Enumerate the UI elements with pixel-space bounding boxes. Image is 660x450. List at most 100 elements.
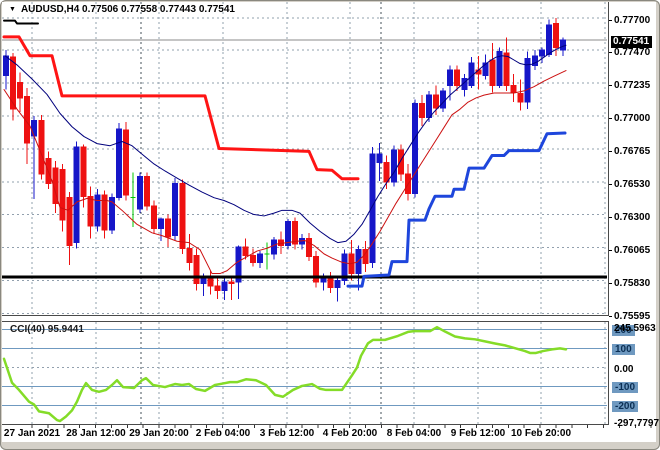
price-axis-tick [609,19,612,21]
cci-level-badge: 100 [612,344,635,356]
cci-zero-label: 0.00 [614,363,634,375]
candle-body [503,52,510,86]
candle-body [73,146,80,244]
price-axis-tick [609,52,612,54]
candle-body [383,162,390,183]
candle-body [59,169,66,221]
price-axis-label: 0.77235 [614,80,651,92]
price-axis-tick [609,118,612,120]
price-axis-tick [609,315,612,317]
chart-inner: ▼ AUDUSD,H4 0.77506 0.77558 0.77443 0.77… [2,2,660,442]
price-axis-label: 0.75830 [614,277,651,289]
chevron-down-icon[interactable]: ▼ [9,6,16,13]
candle-body [433,94,440,109]
cci-max-label: 245.5963 [614,323,656,334]
candle-body [242,246,249,256]
candle-body [510,84,517,93]
candle-body [17,81,24,99]
main-chart-pane[interactable] [2,2,609,316]
candle-body [397,149,404,175]
candle-body [165,218,172,238]
candle-body [517,93,524,103]
time-axis[interactable]: 27 Jan 2021 28 Jan 12:00 29 Jan 20:00 2 Feb… [2,425,656,442]
candle-body [249,254,256,263]
price-axis-tick [609,151,612,153]
candle-body [362,249,369,265]
chart-title: ▼ AUDUSD,H4 0.77506 0.77558 0.77443 0.77… [9,3,235,15]
candle-body [144,176,150,207]
candle-body [468,62,475,86]
candle-body [80,146,87,197]
price-axis-label: 0.76530 [614,179,651,191]
candle-body [214,285,221,291]
candle-body [158,218,165,230]
time-axis-label: 3 Feb 12:00 [259,428,315,439]
candle-body [426,94,432,119]
candle-body [411,103,418,194]
time-axis-label: 2 Feb 04:00 [195,428,251,439]
time-axis-label: 9 Feb 12:00 [450,428,506,439]
candle-body [87,195,94,227]
candle-body [186,247,193,263]
time-axis-label: 10 Feb 20:00 [510,428,572,439]
price-axis-label: 0.76300 [614,211,651,223]
candle-body [277,239,284,246]
price-axis-tick [609,184,612,186]
candle-body [207,277,214,287]
candle-body [115,128,122,199]
candle-body [355,249,362,275]
candle-body [3,55,9,76]
price-axis[interactable]: 0.77541 0.77700 0.77470 0.77235 0.77000 0.76… [609,2,656,425]
candle-body [151,205,158,230]
time-axis-label: 27 Jan 2021 [3,428,61,439]
current-price-badge: 0.77541 [611,36,653,49]
candle-body [292,221,299,245]
cci-line [2,325,568,423]
cci-min-label: -297.7797 [614,418,660,429]
price-axis-tick [609,282,612,284]
candle-body [418,103,425,119]
candle-body [404,173,411,194]
chart-window: ▼ AUDUSD,H4 0.77506 0.77558 0.77443 0.77… [0,0,660,450]
time-axis-label: 28 Jan 12:00 [66,428,126,439]
time-axis-label: 4 Feb 20:00 [322,428,378,439]
candle-body [221,281,228,291]
candle-body [376,153,383,164]
cci-chart [2,322,607,424]
candle-body [256,253,263,263]
candle-body [306,237,313,258]
candle-body [136,176,143,210]
candle-body [390,149,397,183]
price-axis-label: 0.77470 [614,47,651,59]
price-axis-tick [609,216,612,218]
price-axis-label: 0.75595 [614,310,651,322]
candle-body [66,197,73,246]
candle-body [179,183,186,249]
candle-body [270,239,277,255]
candle-body [38,119,45,175]
candle-body [447,69,454,86]
candlestick-chart [2,2,607,314]
candle-body [228,281,235,284]
stop-line-start [3,19,39,25]
candle-body [538,49,545,57]
cci-indicator-pane[interactable] [2,321,609,425]
upper-trail-stop-line [2,35,360,181]
price-axis-tick [609,85,612,87]
candle-body [440,90,447,109]
price-axis-label: 0.76065 [614,244,651,256]
candle-body [31,119,38,137]
price-axis-label: 0.76765 [614,146,651,158]
candle-body [334,280,341,289]
fast-ma-line [3,70,567,275]
price-axis-label: 0.77700 [614,14,651,26]
candle-body [122,129,129,196]
cci-indicator-label: CCI(40) 95.9441 [10,324,84,335]
time-axis-label: 8 Feb 04:00 [386,428,442,439]
candle-body [193,254,200,284]
candle-body [489,59,496,86]
price-axis-label: 0.77000 [614,113,651,125]
symbol-ohlc-text: AUDUSD,H4 0.77506 0.77558 0.77443 0.7754… [20,3,235,15]
time-axis-label: 29 Jan 20:00 [129,428,189,439]
candle-body [545,24,552,55]
